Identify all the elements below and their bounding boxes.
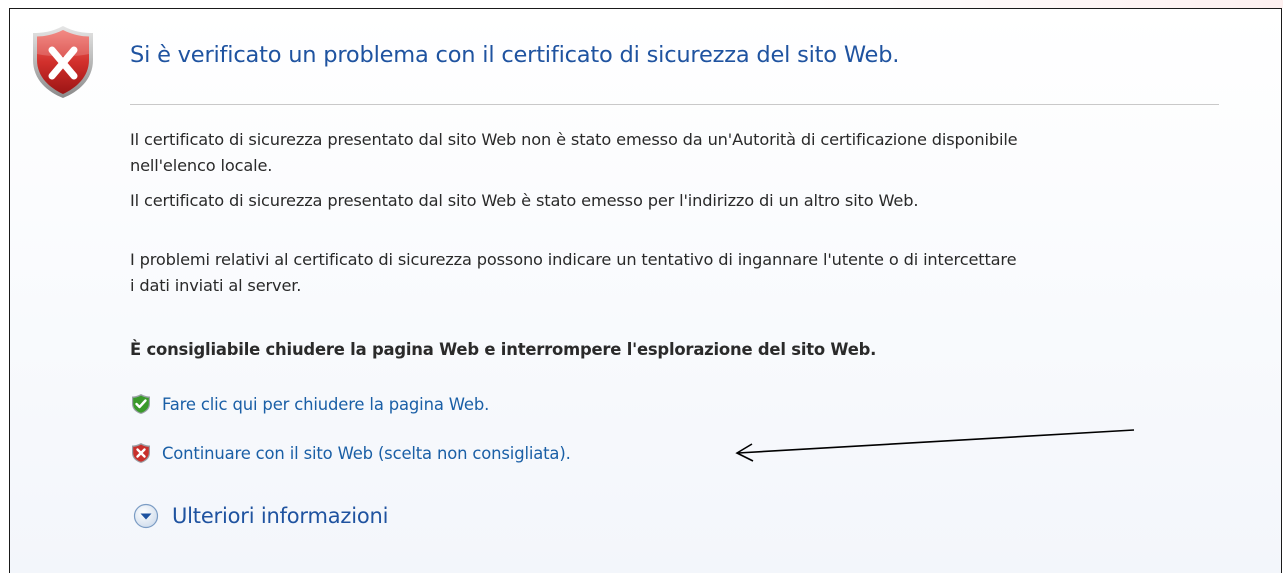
expand-chevron-icon [133, 503, 159, 529]
close-page-link[interactable]: Fare clic qui per chiudere la pagina Web… [130, 393, 489, 415]
close-page-link-label[interactable]: Fare clic qui per chiudere la pagina Web… [162, 395, 489, 414]
top-strip [0, 0, 1283, 8]
warning-paragraph-risk-line-1: I problemi relativi al certificato di si… [130, 250, 1017, 269]
title-divider [130, 104, 1219, 105]
continue-site-link-label[interactable]: Continuare con il sito Web (scelta non c… [162, 444, 571, 463]
green-check-shield-icon [132, 394, 150, 414]
annotation-arrow [735, 429, 1135, 462]
page-title: Si è verificato un problema con il certi… [130, 42, 900, 68]
warning-paragraph-ca-line-1: Il certificato di sicurezza presentato d… [130, 130, 1018, 149]
more-info-toggle[interactable]: Ulteriori informazioni [132, 502, 388, 530]
warning-paragraph-risk: I problemi relativi al certificato di si… [130, 247, 1230, 299]
error-shield-icon [33, 26, 93, 98]
warning-paragraph-ca-line-2: nell'elenco locale. [130, 156, 273, 175]
continue-site-link[interactable]: Continuare con il sito Web (scelta non c… [130, 442, 571, 464]
red-x-shield-icon [132, 443, 150, 463]
recommendation-text: È consigliabile chiudere la pagina Web e… [130, 340, 877, 359]
warning-paragraph-mismatch: Il certificato di sicurezza presentato d… [130, 191, 919, 210]
more-info-label[interactable]: Ulteriori informazioni [172, 504, 388, 528]
warning-paragraph-risk-line-2: i dati inviati al server. [130, 276, 302, 295]
warning-paragraph-ca: Il certificato di sicurezza presentato d… [130, 127, 1230, 179]
